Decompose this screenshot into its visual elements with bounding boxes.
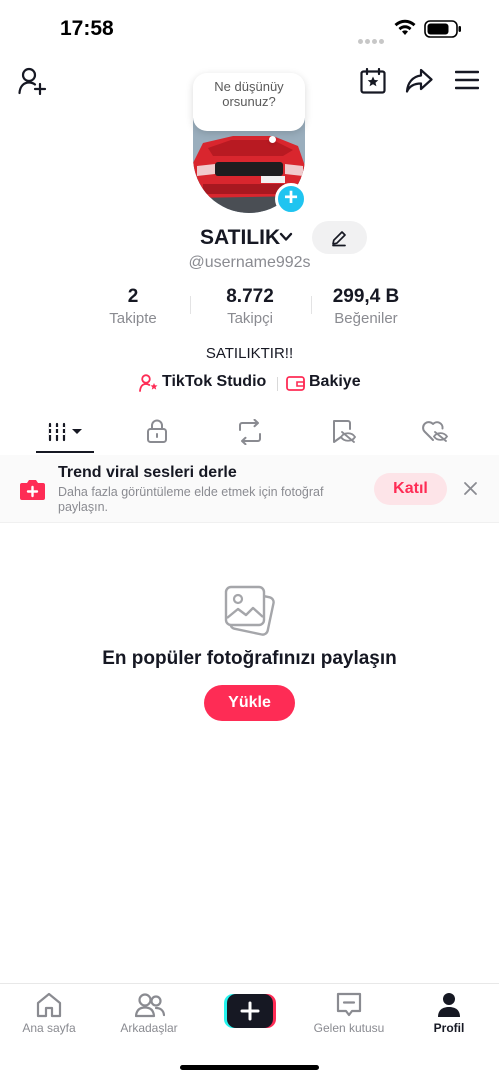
thought-bubble-tail [269, 136, 276, 143]
add-friend-icon[interactable] [18, 67, 48, 95]
nav-profile[interactable]: Profil [404, 984, 494, 1044]
home-indicator [180, 1065, 319, 1070]
nav-profile-label: Profil [433, 1021, 465, 1035]
stat-likes[interactable]: 299,4 B Beğeniler [318, 286, 414, 330]
home-icon [36, 992, 62, 1018]
battery-icon [424, 20, 461, 38]
nav-home-label: Ana sayfa [22, 1021, 76, 1035]
friends-icon [135, 993, 165, 1018]
menu-icon[interactable] [455, 70, 479, 90]
thought-bubble-text: Ne düşünüyorsunuz? [214, 79, 284, 109]
content-tabs [0, 410, 499, 454]
join-button[interactable]: Katıl [374, 473, 447, 505]
nav-friends[interactable]: Arkadaşlar [104, 984, 194, 1044]
grid-icon[interactable] [48, 420, 84, 442]
chevron-down-icon[interactable] [278, 229, 294, 245]
stat-following[interactable]: 2 Takipte [98, 286, 168, 330]
status-time: 17:58 [60, 17, 114, 40]
stat-divider [190, 296, 191, 314]
wallet-icon [286, 376, 305, 391]
add-story-button[interactable]: + [275, 183, 307, 215]
trend-banner[interactable]: Trend viral sesleri derle Daha fazla gör… [0, 455, 499, 523]
status-bar: 17:58 [0, 0, 499, 58]
stat-divider [311, 296, 312, 314]
edit-profile-button[interactable] [312, 221, 367, 254]
lock-icon[interactable] [146, 418, 168, 444]
bio: SATILIKTIR!! [205, 345, 294, 362]
pencil-icon [332, 231, 346, 247]
repost-icon[interactable] [236, 419, 264, 445]
thought-bubble[interactable]: Ne düşünüyorsunuz? [193, 73, 305, 131]
add-media-icon [20, 480, 45, 500]
link-divider [277, 377, 278, 391]
nav-inbox[interactable]: Gelen kutusu [304, 984, 394, 1044]
tiktok-studio-link[interactable]: TikTok Studio [162, 373, 266, 391]
inbox-icon [336, 992, 362, 1017]
heart-hidden-icon[interactable] [421, 418, 449, 444]
stat-likes-value: 299,4 B [332, 286, 400, 307]
upload-button[interactable]: Yükle [204, 685, 295, 721]
stat-followers[interactable]: 8.772 Takipçi [205, 286, 295, 330]
share-icon[interactable] [405, 68, 433, 94]
display-name[interactable]: SATILIK [200, 226, 280, 250]
stat-following-value: 2 [127, 286, 139, 307]
create-button[interactable] [224, 994, 276, 1028]
profile-icon [438, 993, 460, 1017]
photos-icon [224, 585, 275, 636]
empty-state-title: En popüler fotoğrafınızı paylaşın [102, 648, 397, 669]
nav-home[interactable]: Ana sayfa [4, 984, 94, 1044]
banner-title: Trend viral sesleri derle [58, 464, 237, 481]
wifi-icon [394, 19, 416, 35]
person-star-icon [139, 374, 158, 392]
nav-inbox-label: Gelen kutusu [313, 1021, 385, 1035]
signal-dots-icon [358, 31, 386, 44]
stat-followers-label: Takipçi [227, 310, 273, 327]
stat-likes-label: Beğeniler [334, 310, 398, 327]
active-tab-indicator [36, 451, 94, 453]
nav-friends-label: Arkadaşlar [120, 1021, 178, 1035]
bookmark-hidden-icon[interactable] [330, 418, 356, 444]
stat-followers-value: 8.772 [226, 286, 274, 307]
create-plus-icon [224, 994, 276, 1028]
banner-subtitle: Daha fazla görüntüleme elde etmek için f… [58, 485, 324, 514]
username: @username992s [188, 254, 311, 271]
balance-link[interactable]: Bakiye [309, 373, 361, 391]
calendar-star-icon[interactable] [360, 68, 386, 94]
stat-following-label: Takipte [109, 310, 157, 327]
close-icon[interactable] [463, 481, 478, 496]
